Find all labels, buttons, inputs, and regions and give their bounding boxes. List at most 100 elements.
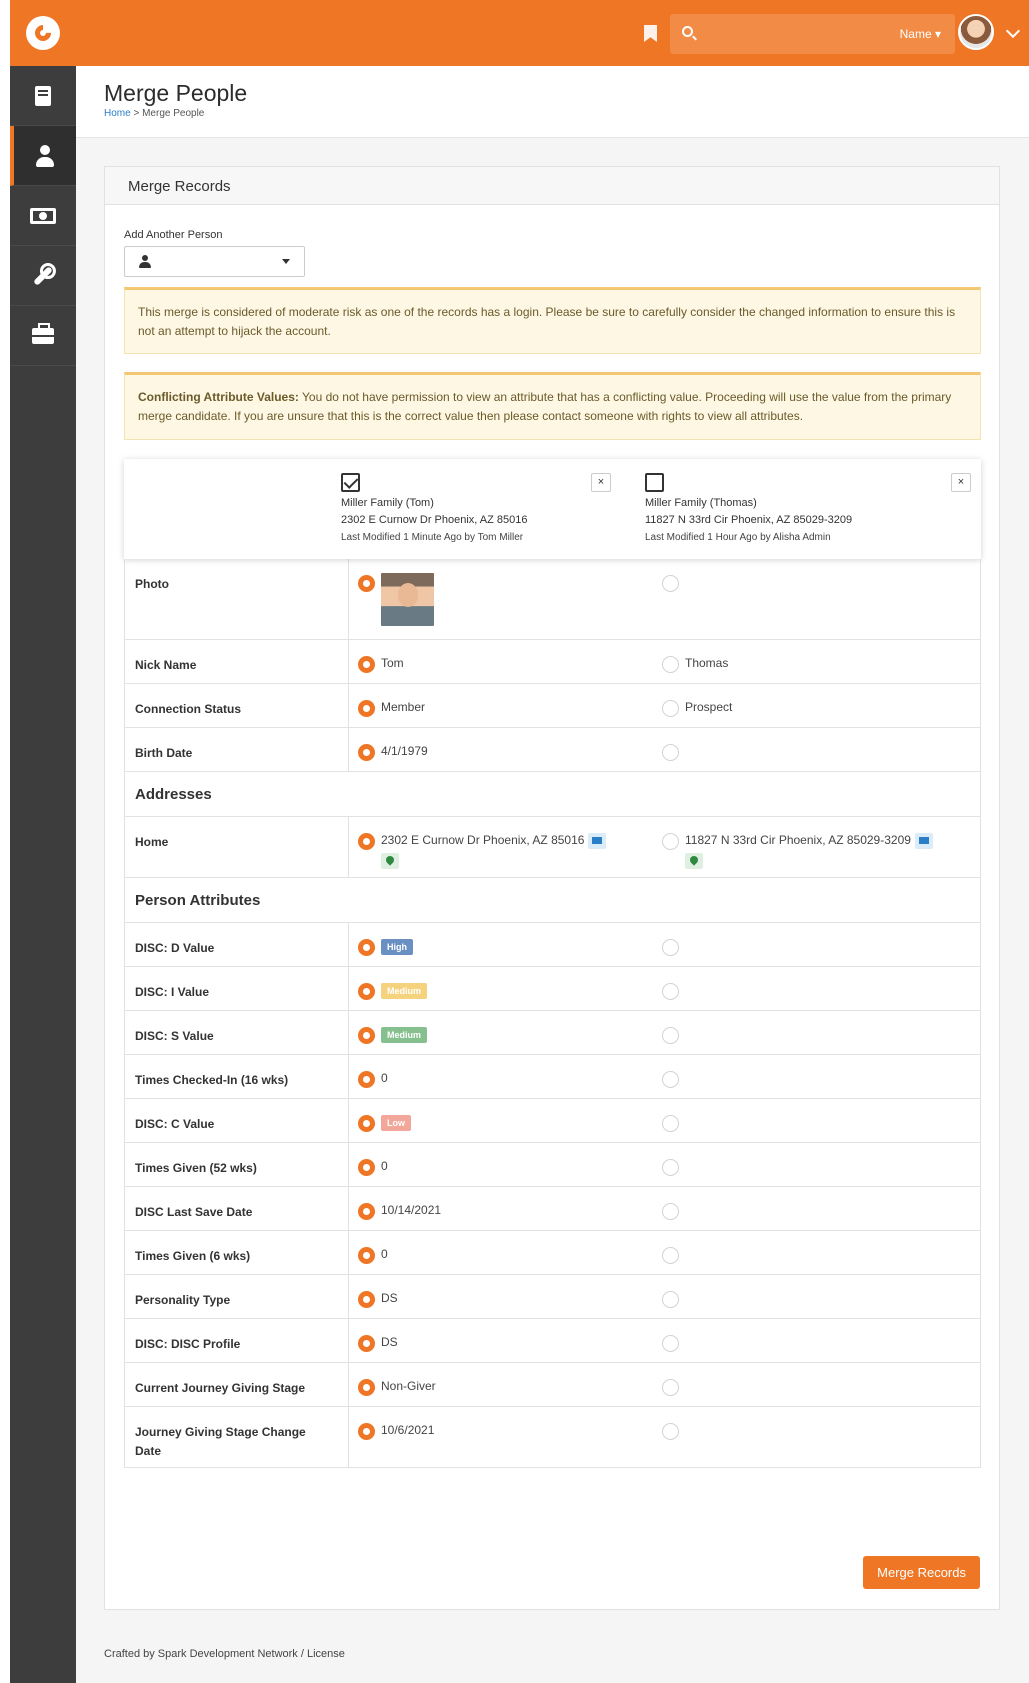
radio-selected[interactable] [358,700,375,717]
option-1[interactable]: Medium [358,1027,428,1044]
section-heading: Person Attributes [135,892,261,909]
radio-selected[interactable] [358,1247,375,1264]
radio-selected[interactable] [358,1423,375,1440]
map-pin-icon[interactable] [685,853,703,869]
radio[interactable] [662,575,679,592]
option-2[interactable] [662,983,679,1000]
radio-selected[interactable] [358,1335,375,1352]
sidebar-item-admin[interactable] [10,306,76,366]
primary-checkbox[interactable] [645,473,664,492]
option-2[interactable] [662,1027,679,1044]
radio-selected[interactable] [358,656,375,673]
breadcrumb-home-link[interactable]: Home [104,108,131,119]
option-2[interactable]: Thomas [662,656,728,673]
radio[interactable] [662,1203,679,1220]
radio-selected[interactable] [358,744,375,761]
option-2[interactable] [662,1423,679,1440]
chevron-down-icon[interactable] [1005,23,1021,39]
radio[interactable] [662,939,679,956]
radio-selected[interactable] [358,833,375,850]
radio-selected[interactable] [358,1203,375,1220]
radio[interactable] [662,1159,679,1176]
option-1[interactable] [358,573,434,626]
radio[interactable] [662,1291,679,1308]
radio[interactable] [662,656,679,673]
radio[interactable] [662,1115,679,1132]
bookmark-icon[interactable] [644,25,657,42]
option-1[interactable]: 10/14/2021 [358,1203,441,1220]
option-1[interactable]: Tom [358,656,404,673]
candidate-1: Miller Family (Tom) 2302 E Curnow Dr Pho… [341,473,631,546]
sidebar-item-content[interactable] [10,66,76,126]
sidebar-item-people[interactable] [10,126,76,186]
radio-selected[interactable] [358,939,375,956]
table-row: Birth Date 4/1/1979 [125,727,980,771]
radio[interactable] [662,833,679,850]
section-heading: Addresses [135,786,212,803]
radio[interactable] [662,1335,679,1352]
rock-logo-icon[interactable] [26,16,60,50]
option-1[interactable]: DS [358,1291,398,1308]
remove-candidate-button[interactable]: × [591,473,611,492]
radio-selected[interactable] [358,1291,375,1308]
radio[interactable] [662,1071,679,1088]
radio-selected[interactable] [358,1027,375,1044]
radio[interactable] [662,983,679,1000]
option-2[interactable] [662,744,679,761]
option-2[interactable] [662,1379,679,1396]
radio-selected[interactable] [358,1159,375,1176]
radio[interactable] [662,1423,679,1440]
breadcrumb: Home > Merge People [104,108,204,119]
primary-checkbox[interactable] [341,473,360,492]
radio[interactable] [662,1027,679,1044]
row-label: Photo [135,577,169,591]
mail-icon[interactable] [588,833,607,849]
radio-selected[interactable] [358,983,375,1000]
option-1[interactable]: Non-Giver [358,1379,436,1396]
merge-records-button[interactable]: Merge Records [863,1556,980,1589]
row-label: DISC: C Value [135,1117,215,1131]
radio-selected[interactable] [358,1379,375,1396]
radio[interactable] [662,1247,679,1264]
option-1[interactable]: 10/6/2021 [358,1423,434,1440]
radio[interactable] [662,1379,679,1396]
option-1[interactable]: 0 [358,1159,388,1176]
table-row: Nick Name Tom Thomas [125,639,980,683]
option-2[interactable] [662,1203,679,1220]
mail-icon[interactable] [914,833,933,849]
radio[interactable] [662,744,679,761]
option-1[interactable]: 0 [358,1247,388,1264]
sidebar-item-finance[interactable] [10,186,76,246]
option-2[interactable] [662,575,679,592]
option-1[interactable]: Low [358,1115,411,1132]
option-2[interactable]: Prospect [662,700,732,717]
option-2[interactable] [662,1071,679,1088]
option-1[interactable]: Member [358,700,425,717]
row-label: Nick Name [135,658,197,672]
option-2[interactable] [662,1291,679,1308]
option-2[interactable] [662,1335,679,1352]
row-label: Current Journey Giving Stage [135,1381,306,1395]
option-2[interactable] [662,1159,679,1176]
option-1[interactable]: High [358,939,413,956]
person-picker[interactable] [124,246,305,277]
option-1[interactable]: 0 [358,1071,388,1088]
sidebar-item-tools[interactable] [10,246,76,306]
radio-selected[interactable] [358,1115,375,1132]
option-2[interactable] [662,939,679,956]
option-2[interactable] [662,1115,679,1132]
user-avatar[interactable] [958,14,994,50]
radio-selected[interactable] [358,1071,375,1088]
option-1[interactable]: 2302 E Curnow Dr Phoenix, AZ 85016 [358,833,607,869]
option-1[interactable]: Medium [358,983,428,1000]
option-2[interactable]: 11827 N 33rd Cir Phoenix, AZ 85029-3209 [662,833,933,869]
option-1[interactable]: 4/1/1979 [358,744,428,761]
search-scope-select[interactable]: Name ▾ [900,27,941,41]
map-pin-icon[interactable] [381,853,399,869]
option-1[interactable]: DS [358,1335,398,1352]
radio[interactable] [662,700,679,717]
remove-candidate-button[interactable]: × [951,473,971,492]
radio-selected[interactable] [358,575,375,592]
option-2[interactable] [662,1247,679,1264]
search-box[interactable]: Name ▾ [670,14,955,54]
